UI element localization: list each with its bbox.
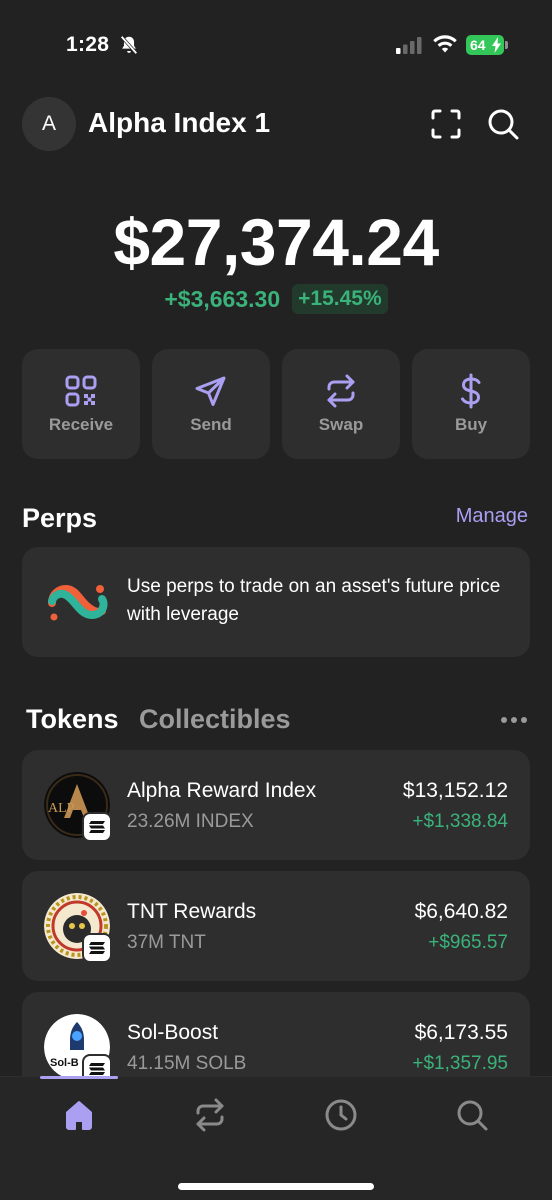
balance-change-percent-badge: +15.45% bbox=[292, 284, 388, 314]
battery-cap bbox=[505, 41, 508, 49]
solana-icon bbox=[89, 942, 105, 954]
balance-change-row: +$3,663.30 +15.45% bbox=[0, 284, 552, 314]
status-bar: 1:28 64 bbox=[0, 0, 552, 90]
status-time: 1:28 bbox=[66, 33, 110, 56]
solana-chain-badge bbox=[82, 933, 112, 963]
token-list: ALP Alpha Reward Index 23.26M INDEX $13,… bbox=[22, 750, 530, 1076]
token-amount: 23.26M INDEX bbox=[127, 811, 254, 832]
swap-icon[interactable] bbox=[192, 1097, 228, 1133]
token-name: Sol-Boost bbox=[127, 1021, 219, 1044]
token-row-sol-boost[interactable]: Sol-B Sol-Boost 41.15M SOLB $6,173.55 +$… bbox=[22, 992, 530, 1076]
token-amount: 37M TNT bbox=[127, 932, 206, 953]
perps-promo-card[interactable]: Use perps to trade on an asset's future … bbox=[22, 547, 530, 657]
manage-perps-link[interactable]: Manage bbox=[456, 505, 528, 528]
active-tab-indicator bbox=[40, 1076, 118, 1079]
solana-chain-badge bbox=[82, 812, 112, 842]
token-change: +$1,357.95 bbox=[412, 1053, 508, 1074]
solana-icon bbox=[89, 821, 105, 833]
scan-qr-icon[interactable] bbox=[430, 108, 462, 140]
perps-title: Perps bbox=[22, 503, 98, 533]
more-options-icon[interactable] bbox=[499, 712, 529, 728]
buy-button[interactable]: Buy bbox=[412, 349, 530, 459]
solana-chain-badge bbox=[82, 1054, 112, 1076]
battery-indicator: 64 bbox=[466, 35, 504, 55]
balance-change-amount: +$3,663.30 bbox=[164, 285, 281, 312]
home-icon[interactable] bbox=[61, 1097, 97, 1133]
total-balance: $27,374.24 bbox=[113, 205, 439, 279]
token-change: +$1,338.84 bbox=[412, 811, 508, 832]
wifi-icon bbox=[433, 35, 457, 53]
tab-tokens[interactable]: Tokens bbox=[26, 704, 119, 735]
send-arrow-icon bbox=[195, 376, 226, 406]
solana-icon bbox=[89, 1063, 105, 1075]
dollar-icon bbox=[461, 373, 481, 409]
token-change: +$965.57 bbox=[428, 932, 508, 953]
alpha-logo-text: ALP bbox=[48, 801, 75, 816]
send-button[interactable]: Send bbox=[152, 349, 270, 459]
bottom-tab-bar bbox=[0, 1076, 552, 1200]
history-clock-icon[interactable] bbox=[323, 1097, 359, 1133]
swap-arrows-icon bbox=[327, 374, 355, 408]
token-name: TNT Rewards bbox=[127, 900, 257, 923]
qr-code-icon bbox=[65, 375, 97, 407]
cellular-signal-icon bbox=[396, 37, 422, 54]
avatar-letter: A bbox=[41, 112, 56, 135]
account-name[interactable]: Alpha Index 1 bbox=[88, 107, 270, 139]
perps-description: Use perps to trade on an asset's future … bbox=[127, 576, 501, 625]
token-value: $6,173.55 bbox=[414, 1021, 508, 1044]
token-row-tnt-rewards[interactable]: TNT Rewards 37M TNT $6,640.82 +$965.57 bbox=[22, 871, 530, 981]
sol-boost-logo-text: Sol-B bbox=[50, 1057, 79, 1069]
account-avatar[interactable]: A bbox=[22, 97, 76, 151]
search-icon[interactable] bbox=[454, 1097, 490, 1133]
token-value: $6,640.82 bbox=[414, 900, 508, 923]
token-name: Alpha Reward Index bbox=[127, 779, 317, 802]
charging-bolt-icon bbox=[492, 37, 501, 53]
bell-muted-icon bbox=[120, 35, 138, 55]
token-value: $13,152.12 bbox=[402, 779, 508, 802]
receive-label: Receive bbox=[48, 415, 114, 434]
send-label: Send bbox=[190, 415, 232, 434]
battery-level: 64 bbox=[470, 37, 486, 53]
quick-actions: Receive Send Swap Buy bbox=[22, 349, 530, 459]
token-row-alpha-reward-index[interactable]: ALP Alpha Reward Index 23.26M INDEX $13,… bbox=[22, 750, 530, 860]
swap-button[interactable]: Swap bbox=[282, 349, 400, 459]
home-indicator bbox=[178, 1183, 374, 1190]
swap-label: Swap bbox=[318, 415, 364, 434]
tab-collectibles[interactable]: Collectibles bbox=[139, 704, 291, 735]
perps-infinity-icon bbox=[48, 584, 108, 621]
buy-label: Buy bbox=[454, 415, 488, 434]
token-amount: 41.15M SOLB bbox=[127, 1053, 247, 1074]
search-icon[interactable] bbox=[486, 107, 520, 141]
receive-button[interactable]: Receive bbox=[22, 349, 140, 459]
